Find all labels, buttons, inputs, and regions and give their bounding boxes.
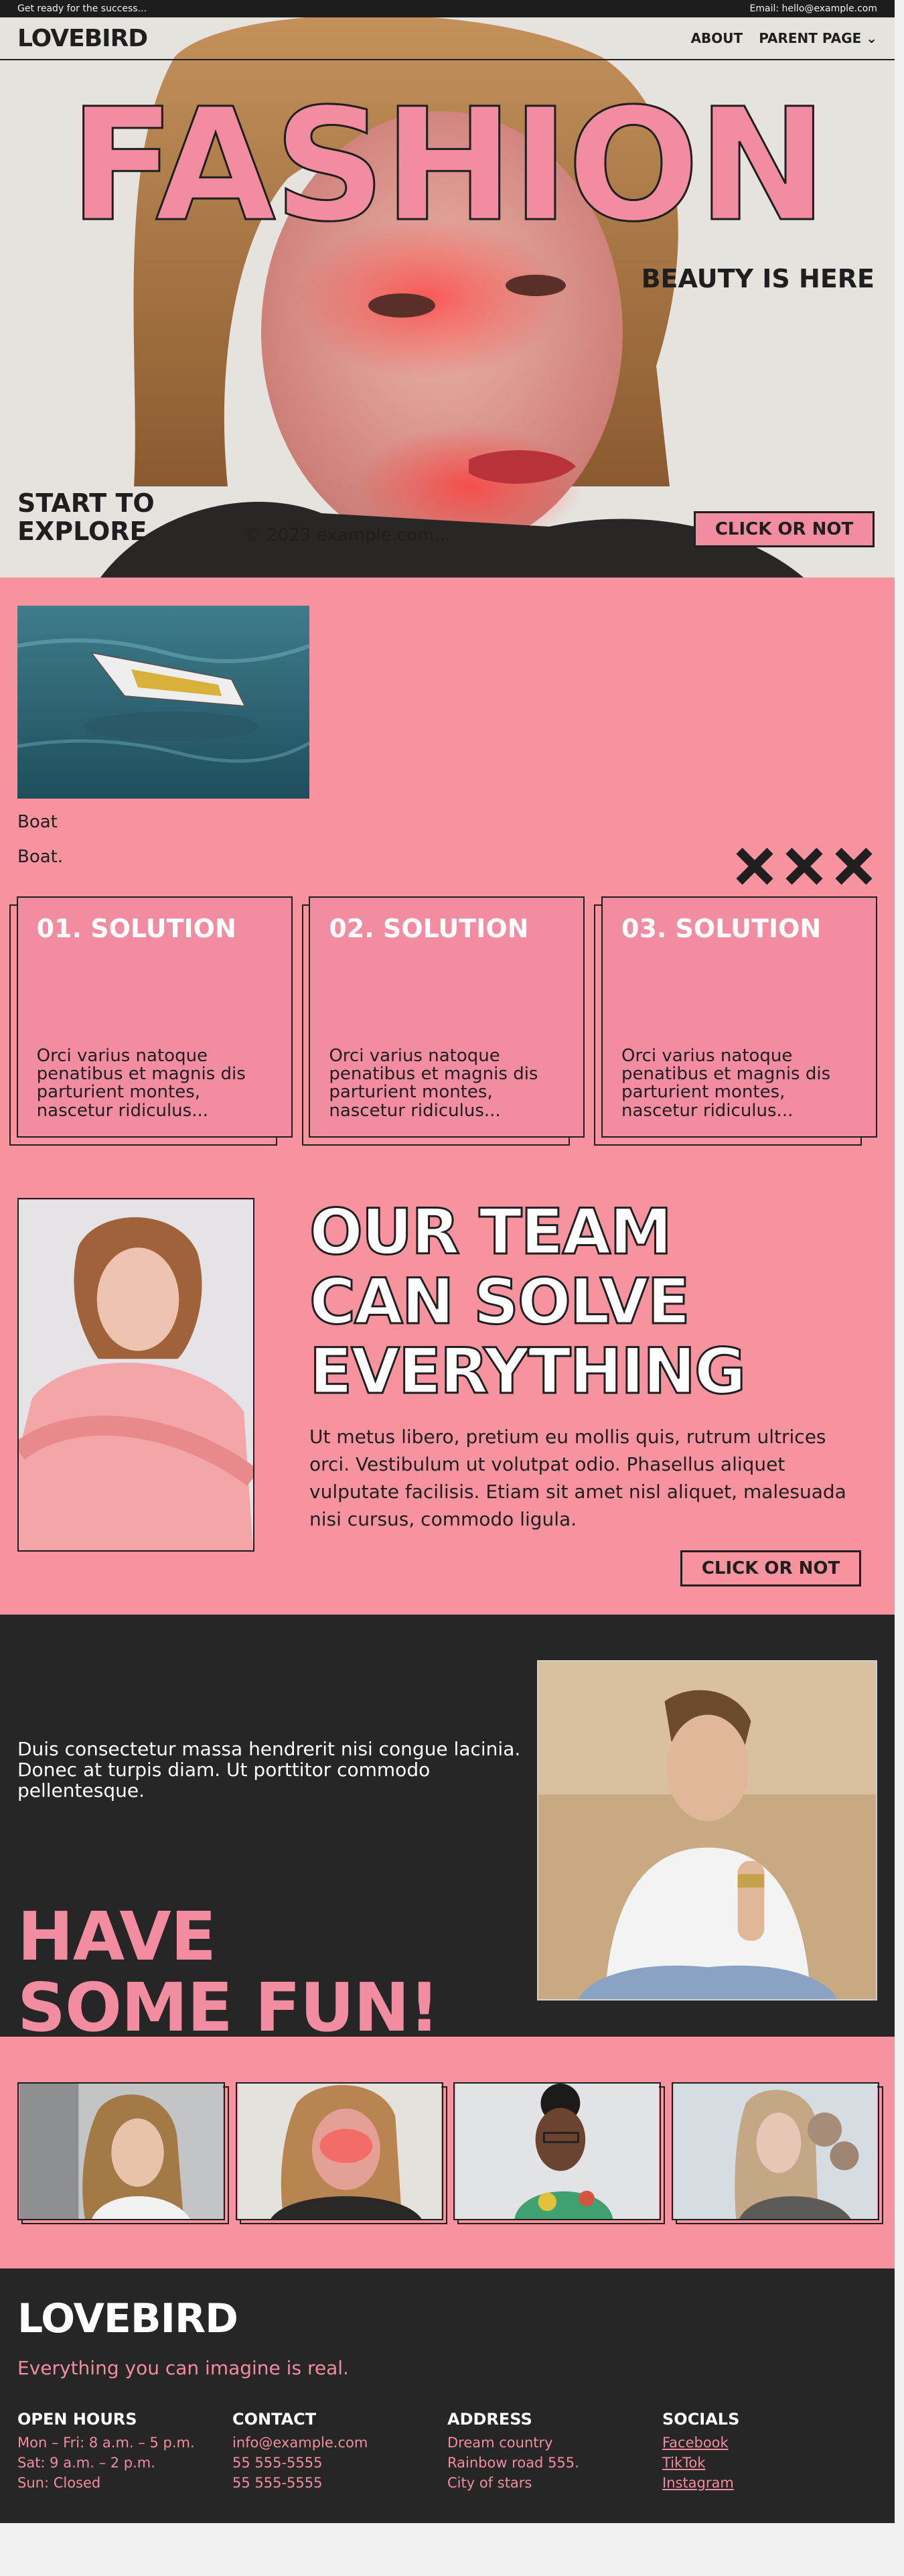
nav-parent-page-menu[interactable]: PARENT PAGE ⌄ <box>759 30 877 46</box>
boat-block: Boat Boat. <box>0 578 895 886</box>
facebook-link[interactable]: Facebook <box>662 2433 877 2453</box>
footer-address-line: City of stars <box>447 2475 532 2491</box>
man-portrait-image <box>537 1660 877 2001</box>
footer-logo[interactable]: LOVEBIRD <box>17 2295 877 2342</box>
gallery-image <box>453 2082 661 2220</box>
card-body: Orci varius natoque penatibus et magnis … <box>36 1045 246 1121</box>
gallery-image <box>671 2082 879 2220</box>
gallery-item[interactable] <box>235 2082 447 2224</box>
card-body: Orci varius natoque penatibus et magnis … <box>621 1045 831 1121</box>
fun-description: Duis consectetur massa hendrerit nisi co… <box>17 1738 521 1802</box>
gallery-image <box>17 2082 225 2220</box>
solution-card: 02. SOLUTION Orci varius natoque penatib… <box>301 896 585 1146</box>
gallery-image <box>235 2082 443 2220</box>
footer-contact-phone[interactable]: 55 555-5555 <box>232 2473 447 2493</box>
hero-cta-button[interactable]: CLICK OR NOT <box>694 511 875 547</box>
footer-socials-title: SOCIALS <box>662 2410 740 2429</box>
hero-start-explore: START TO EXPLORE <box>17 488 155 546</box>
hero-subheadline: BEAUTY IS HERE <box>641 264 875 293</box>
instagram-link[interactable]: Instagram <box>662 2473 877 2493</box>
fun-heading-line1: HAVE <box>17 1897 216 1976</box>
hero-headline: FASHION <box>68 75 828 256</box>
site-logo[interactable]: LOVEBIRD <box>17 25 148 52</box>
team-heading: OUR TEAM CAN SOLVE EVERYTHING <box>309 1196 877 1408</box>
card-face: 01. SOLUTION Orci varius natoque penatib… <box>16 896 293 1138</box>
footer-tagline: Everything you can imagine is real. <box>17 2357 349 2379</box>
footer-address-line: Rainbow road 555. <box>447 2455 579 2471</box>
main-navigation: LOVEBIRD ABOUT PARENT PAGE ⌄ <box>0 17 895 60</box>
top-bar-email[interactable]: Email: hello@example.com <box>750 3 877 14</box>
solution-card: 03. SOLUTION Orci varius natoque penatib… <box>594 896 878 1146</box>
fun-section: Duis consectetur massa hendrerit nisi co… <box>0 1615 895 2043</box>
pink-content-section: Boat Boat. 01. SOLUTION Orci varius nato… <box>0 578 895 1615</box>
card-face: 03. SOLUTION Orci varius natoque penatib… <box>601 896 878 1138</box>
gallery-section <box>0 2037 895 2268</box>
footer-columns: OPEN HOURS Mon – Fri: 8 a.m. – 5 p.m. Sa… <box>17 2410 877 2493</box>
team-content: OUR TEAM CAN SOLVE EVERYTHING Ut metus l… <box>309 1196 877 1586</box>
decorative-crosses <box>734 845 875 887</box>
card-face: 02. SOLUTION Orci varius natoque penatib… <box>309 896 585 1138</box>
footer-hours-line: Sun: Closed <box>17 2475 101 2491</box>
footer-address: ADDRESS Dream country Rainbow road 555. … <box>447 2410 662 2493</box>
cross-icon <box>736 848 773 885</box>
hero-copyright: © 2023 example.com... <box>244 525 451 545</box>
footer-address-title: ADDRESS <box>447 2410 532 2429</box>
fun-content: Duis consectetur massa hendrerit nisi co… <box>17 1660 526 2043</box>
site-footer: LOVEBIRD Everything you can imagine is r… <box>0 2268 895 2523</box>
boat-title: Boat <box>17 812 58 832</box>
team-portrait-image <box>17 1198 254 1552</box>
card-title: 02. SOLUTION <box>329 914 529 943</box>
card-body: Orci varius natoque penatibus et magnis … <box>329 1045 538 1121</box>
footer-hours-line: Mon – Fri: 8 a.m. – 5 p.m. <box>17 2435 195 2451</box>
footer-socials: SOCIALS Facebook TikTok Instagram <box>662 2410 877 2493</box>
tiktok-link[interactable]: TikTok <box>662 2453 877 2473</box>
footer-contact-email[interactable]: info@example.com <box>232 2433 447 2453</box>
top-bar: Get ready for the success... Email: hell… <box>0 0 895 17</box>
footer-hours-title: OPEN HOURS <box>17 2410 137 2429</box>
team-block: OUR TEAM CAN SOLVE EVERYTHING Ut metus l… <box>0 1144 895 1615</box>
boat-image <box>17 606 309 799</box>
footer-hours-line: Sat: 9 a.m. – 2 p.m. <box>17 2455 155 2471</box>
team-heading-line1: OUR TEAM <box>309 1196 674 1269</box>
gallery-item[interactable] <box>671 2082 883 2224</box>
nav-about-link[interactable]: ABOUT <box>691 30 743 46</box>
solution-card: 01. SOLUTION Orci varius natoque penatib… <box>9 896 293 1146</box>
card-title: 01. SOLUTION <box>36 914 236 943</box>
gallery-item[interactable] <box>453 2082 665 2224</box>
team-heading-line2: CAN SOLVE <box>309 1266 692 1339</box>
fun-heading: HAVE SOME FUN! <box>17 1901 526 2043</box>
cross-icon <box>835 848 873 885</box>
nav-links: ABOUT PARENT PAGE ⌄ <box>691 30 877 46</box>
card-title: 03. SOLUTION <box>621 914 822 943</box>
footer-contact: CONTACT info@example.com 55 555-5555 55 … <box>232 2410 447 2493</box>
footer-contact-title: CONTACT <box>232 2410 317 2429</box>
top-bar-tagline: Get ready for the success... <box>17 3 147 14</box>
team-cta-button[interactable]: CLICK OR NOT <box>680 1550 861 1586</box>
hero-start-line2: EXPLORE <box>17 516 147 546</box>
footer-address-line: Dream country <box>447 2435 553 2451</box>
hero-section: LOVEBIRD ABOUT PARENT PAGE ⌄ FASHION BEA… <box>0 17 895 578</box>
solutions-cards: 01. SOLUTION Orci varius natoque penatib… <box>0 886 895 1146</box>
cross-icon <box>785 848 823 885</box>
hero-start-line1: START TO <box>17 488 155 518</box>
fun-heading-line2: SOME FUN! <box>17 1968 439 2047</box>
footer-contact-phone[interactable]: 55 555-5555 <box>232 2453 447 2473</box>
footer-hours: OPEN HOURS Mon – Fri: 8 a.m. – 5 p.m. Sa… <box>17 2410 232 2493</box>
gallery-item[interactable] <box>17 2082 229 2224</box>
team-heading-line3: EVERYTHING <box>309 1335 747 1408</box>
team-description: Ut metus libero, pretium eu mollis quis,… <box>309 1426 846 1530</box>
